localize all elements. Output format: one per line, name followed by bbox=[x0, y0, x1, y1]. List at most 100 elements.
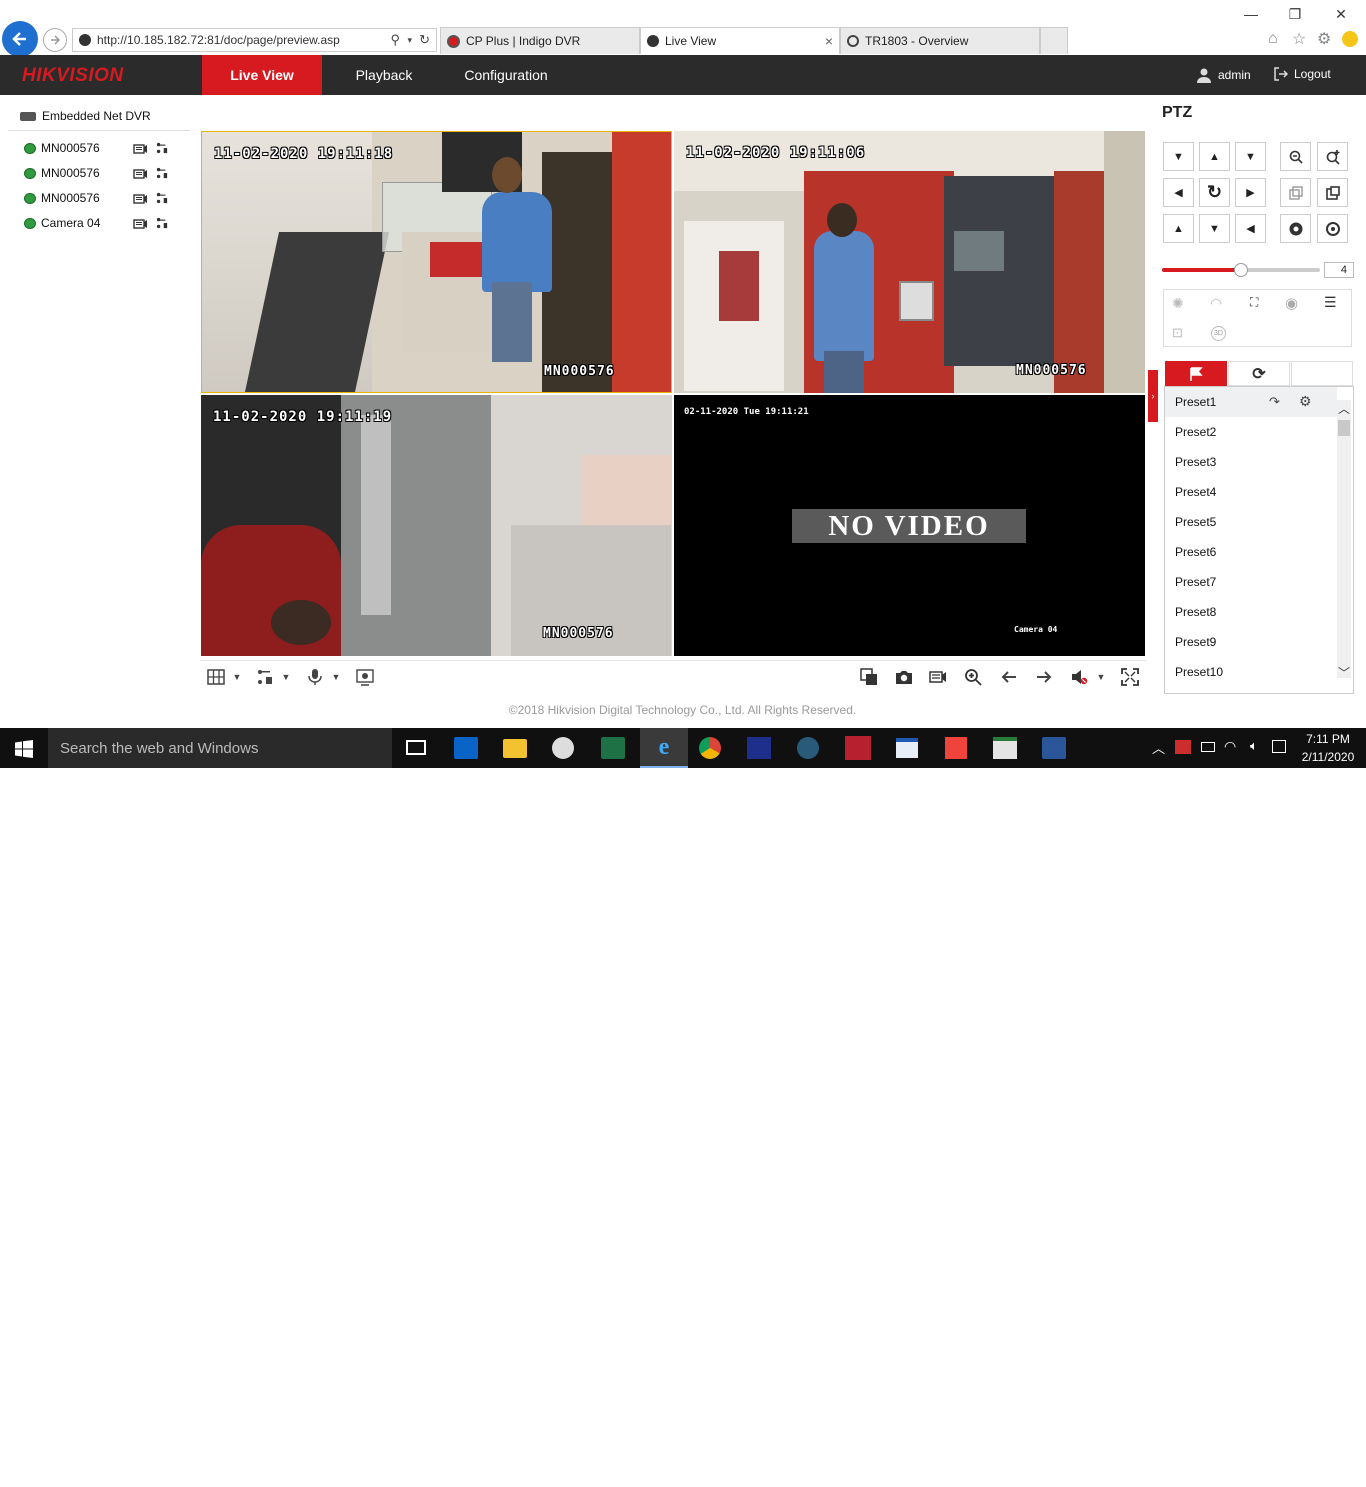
preset-item[interactable]: Preset4 bbox=[1165, 477, 1337, 507]
scroll-down-icon[interactable]: ﹀ bbox=[1338, 664, 1350, 681]
focus-far-button[interactable] bbox=[1317, 178, 1348, 207]
preset-item[interactable]: Preset10 bbox=[1165, 657, 1337, 687]
preset-item[interactable]: Preset9 bbox=[1165, 627, 1337, 657]
refresh-icon[interactable]: ↻ bbox=[419, 32, 430, 48]
chevron-down-icon[interactable]: ▼ bbox=[327, 668, 345, 686]
volume-muted-icon[interactable] bbox=[1070, 668, 1088, 686]
call-preset-icon[interactable]: ↷ bbox=[1269, 394, 1280, 410]
app-icon-anydesk[interactable] bbox=[945, 737, 967, 759]
stream-icon[interactable] bbox=[155, 142, 169, 154]
lens-init-icon[interactable]: ◉ bbox=[1285, 294, 1298, 312]
ptz-up-button[interactable]: ▲ bbox=[1199, 142, 1230, 171]
volume-icon[interactable]: 🔈︎ bbox=[1250, 738, 1258, 754]
restore-button[interactable]: ❐ bbox=[1272, 4, 1318, 24]
zoom-in-icon[interactable] bbox=[964, 668, 982, 686]
nav-configuration[interactable]: Configuration bbox=[455, 55, 557, 95]
pattern-tab[interactable] bbox=[1291, 361, 1353, 386]
stream-icon[interactable] bbox=[155, 167, 169, 179]
fullscreen-icon[interactable] bbox=[1121, 668, 1139, 686]
app-icon-window[interactable] bbox=[896, 738, 918, 758]
task-view-icon[interactable] bbox=[406, 740, 426, 755]
chevron-down-icon[interactable]: ▼ bbox=[1092, 668, 1110, 686]
ptz-auto-button[interactable]: ↻ bbox=[1199, 178, 1230, 207]
preset-scrollbar[interactable] bbox=[1337, 400, 1351, 678]
chrome-icon[interactable] bbox=[699, 737, 721, 759]
nav-playback[interactable]: Playback bbox=[340, 55, 428, 95]
preset-settings-gear-icon[interactable]: ⚙ bbox=[1299, 393, 1312, 410]
focus-near-button[interactable] bbox=[1280, 178, 1311, 207]
auxiliary-focus-icon[interactable]: ⛶ bbox=[1250, 295, 1258, 310]
app-icon-seven[interactable] bbox=[845, 736, 871, 760]
ptz-down-right-button[interactable]: ◀ bbox=[1235, 214, 1266, 243]
nav-live-view[interactable]: Live View bbox=[202, 55, 322, 95]
user-menu[interactable]: admin bbox=[1196, 67, 1251, 83]
chevron-down-icon[interactable]: ▼ bbox=[228, 668, 246, 686]
record-icon[interactable] bbox=[133, 143, 147, 155]
wifi-icon[interactable]: ◠ bbox=[1224, 738, 1236, 755]
tab-tr1803[interactable]: TR1803 - Overview bbox=[840, 27, 1040, 54]
zoom-in-button[interactable] bbox=[1317, 142, 1348, 171]
preset-item[interactable]: Preset6 bbox=[1165, 537, 1337, 567]
preset-item[interactable]: Preset3 bbox=[1165, 447, 1337, 477]
minimize-button[interactable]: — bbox=[1228, 4, 1274, 24]
next-page-icon[interactable] bbox=[1035, 668, 1053, 686]
video-tile[interactable]: 11-02-2020 19:11:18 MN000576 bbox=[201, 131, 672, 393]
app-icon-tools[interactable] bbox=[797, 737, 819, 759]
layout-grid-icon[interactable] bbox=[207, 668, 225, 686]
smiley-feedback-icon[interactable] bbox=[1342, 31, 1358, 47]
camera-item[interactable]: Camera 04 bbox=[24, 216, 100, 230]
tray-chevron-up-icon[interactable]: ︿ bbox=[1152, 738, 1165, 757]
ptz-down-button[interactable]: ▼ bbox=[1199, 214, 1230, 243]
scrollbar-thumb[interactable] bbox=[1338, 420, 1350, 436]
microphone-icon[interactable] bbox=[306, 668, 324, 686]
file-explorer-icon[interactable] bbox=[503, 739, 527, 758]
camera-item[interactable]: MN000576 bbox=[24, 191, 100, 205]
taskbar-time[interactable]: 7:11 PM bbox=[1296, 732, 1360, 746]
tab-close-icon[interactable]: × bbox=[825, 33, 833, 49]
address-bar[interactable]: http://10.185.182.72:81/doc/page/preview… bbox=[72, 28, 437, 52]
scroll-up-icon[interactable]: ︿ bbox=[1338, 400, 1350, 417]
zoom-out-button[interactable] bbox=[1280, 142, 1311, 171]
stream-icon[interactable] bbox=[155, 192, 169, 204]
preset-item[interactable]: Preset2 bbox=[1165, 417, 1337, 447]
preset-tab[interactable] bbox=[1165, 361, 1227, 386]
home-icon[interactable]: ⌂ bbox=[1268, 30, 1278, 48]
outlook-icon[interactable] bbox=[454, 737, 478, 759]
tab-live-view[interactable]: Live View × bbox=[640, 27, 840, 54]
settings-gear-icon[interactable]: ⚙ bbox=[1317, 29, 1331, 49]
record-clip-icon[interactable] bbox=[929, 668, 947, 686]
ptz-up-left-button[interactable]: ▼ bbox=[1163, 142, 1194, 171]
word-icon[interactable] bbox=[1042, 737, 1066, 759]
tab-cp-plus[interactable]: CP Plus | Indigo DVR bbox=[440, 27, 640, 54]
search-icon[interactable]: ⚲ bbox=[390, 32, 400, 48]
menu-icon[interactable]: ☰ bbox=[1324, 294, 1337, 311]
all-channels-icon[interactable] bbox=[356, 668, 374, 686]
preset-item[interactable]: Preset7 bbox=[1165, 567, 1337, 597]
internet-explorer-icon[interactable]: e bbox=[640, 728, 688, 768]
action-center-icon[interactable] bbox=[1272, 740, 1286, 753]
ptz-up-right-button[interactable]: ▼ bbox=[1235, 142, 1266, 171]
dropdown-icon[interactable]: ▾ bbox=[407, 35, 412, 46]
record-icon[interactable] bbox=[133, 168, 147, 180]
task-view-icon[interactable] bbox=[0, 732, 34, 764]
3d-zoom-icon[interactable]: 3D bbox=[1211, 326, 1226, 341]
chevron-down-icon[interactable]: ▼ bbox=[277, 668, 295, 686]
app-icon-tally[interactable] bbox=[747, 737, 771, 759]
logout-button[interactable]: Logout bbox=[1274, 67, 1331, 81]
tray-app-icon[interactable] bbox=[1175, 740, 1191, 754]
record-icon[interactable] bbox=[133, 193, 147, 205]
video-tile[interactable]: 02-11-2020 Tue 19:11:21 NO VIDEO Camera … bbox=[674, 395, 1145, 656]
excel-icon[interactable] bbox=[601, 737, 625, 759]
taskbar-search-box[interactable]: Search the web and Windows bbox=[48, 728, 392, 768]
ptz-down-left-button[interactable]: ▲ bbox=[1163, 214, 1194, 243]
ptz-speed-value[interactable]: 4 bbox=[1324, 262, 1354, 278]
slider-handle[interactable] bbox=[1234, 263, 1248, 277]
ptz-left-button[interactable]: ◀ bbox=[1163, 178, 1194, 207]
iris-open-button[interactable] bbox=[1280, 214, 1311, 243]
favorites-star-icon[interactable]: ☆ bbox=[1292, 29, 1306, 49]
stream-type-icon[interactable] bbox=[256, 668, 274, 686]
camera-item[interactable]: MN000576 bbox=[24, 166, 100, 180]
preset-item[interactable]: Preset8 bbox=[1165, 597, 1337, 627]
record-icon[interactable] bbox=[133, 218, 147, 230]
ptz-panel-collapse-handle[interactable]: › bbox=[1148, 370, 1158, 422]
